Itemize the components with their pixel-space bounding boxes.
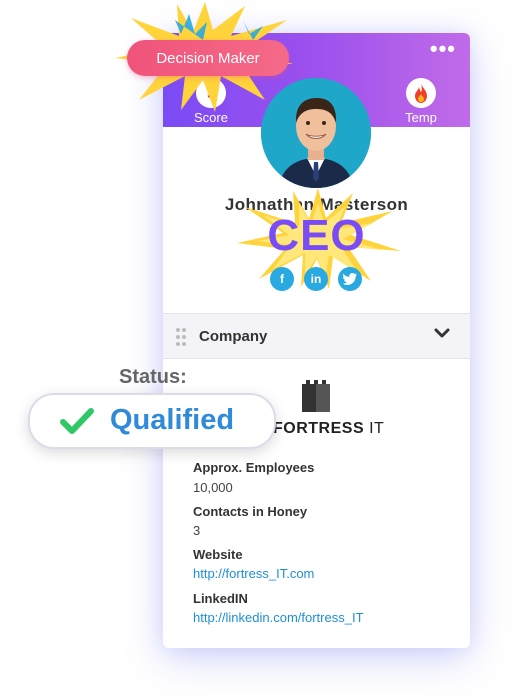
facebook-icon[interactable]: f [270, 267, 294, 291]
employees-value: 10,000 [193, 480, 233, 495]
drag-handle-icon[interactable] [175, 327, 187, 347]
social-links: f in [270, 267, 362, 291]
company-logo-suffix: IT [364, 420, 385, 437]
twitter-icon[interactable] [338, 267, 362, 291]
job-title: CEO [267, 211, 366, 260]
company-logo-text: FORTRESS IT [273, 420, 384, 438]
decision-maker-badge: Decision Maker [127, 40, 289, 76]
company-section-label: Company [199, 328, 268, 345]
employees-label: Approx. Employees [193, 460, 315, 475]
linkedin-label: LinkedIN [193, 591, 248, 606]
contacts-value: 3 [193, 523, 201, 538]
checkmark-icon [60, 408, 94, 434]
status-value: Qualified [110, 404, 235, 436]
profile-card: ••• 5 Score Temp [163, 33, 470, 648]
fire-icon [415, 83, 427, 103]
more-menu-icon[interactable]: ••• [430, 38, 456, 60]
twitter-bird-glyph [343, 273, 357, 285]
temp-circle [406, 78, 436, 108]
chevron-down-icon[interactable] [434, 328, 450, 340]
linkedin-icon[interactable]: in [304, 267, 328, 291]
website-label: Website [193, 547, 243, 562]
contacts-label: Contacts in Honey [193, 504, 308, 519]
website-link[interactable]: http://fortress_IT.com [193, 566, 314, 581]
company-section-header[interactable]: Company [163, 313, 470, 359]
linkedin-link[interactable]: http://linkedin.com/fortress_IT [193, 610, 364, 625]
temp-stat: Temp [391, 78, 451, 125]
fortress-logo-icon [302, 380, 330, 412]
qualified-status-pill[interactable]: Qualified [28, 393, 276, 449]
company-logo-name: FORTRESS [273, 420, 365, 437]
temp-label: Temp [405, 110, 437, 125]
status-label: Status: [119, 366, 187, 388]
